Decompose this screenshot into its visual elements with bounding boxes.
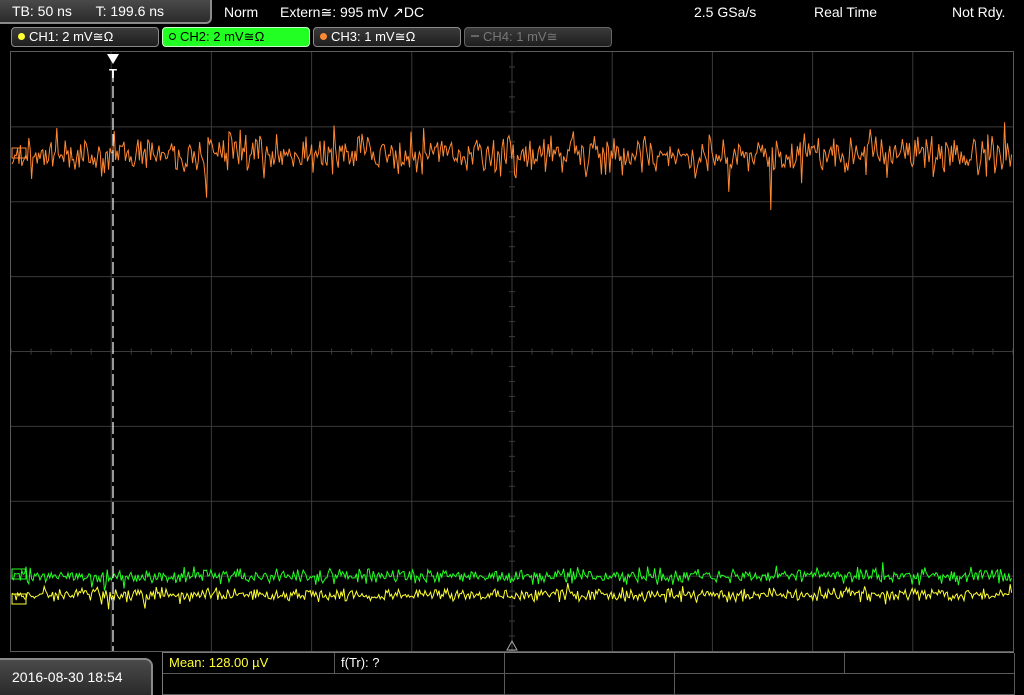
measurement-slot-empty[interactable] (675, 653, 845, 674)
ch2-label: CH2: 2 mV≅Ω (180, 29, 265, 44)
tab-ch3[interactable]: CH3: 1 mV≅Ω (313, 27, 461, 47)
measurement-slot-empty[interactable] (505, 653, 675, 674)
measurement-mean[interactable]: Mean: 128.00 µV (163, 653, 335, 674)
ch2-indicator-icon (169, 33, 176, 40)
ch3-label: CH3: 1 mV≅Ω (331, 29, 416, 44)
measurement-slot-empty[interactable] (163, 674, 505, 695)
bottom-bar: 2016-08-30 18:54 Mean: 128.00 µV f(Tr): … (0, 652, 1024, 695)
graticule-grid (11, 52, 1013, 651)
datetime-display: 2016-08-30 18:54 (0, 658, 153, 695)
tab-ch4[interactable]: CH4: 1 mV≅ (464, 27, 612, 47)
waveform-display[interactable]: T (10, 51, 1014, 652)
sample-rate-label[interactable]: 2.5 GSa/s (694, 0, 756, 24)
trigger-marker-label: T (109, 66, 117, 81)
trigger-source-label[interactable]: Extern≅: 995 mV ↗DC (280, 0, 424, 24)
measurement-panel[interactable]: Mean: 128.00 µV f(Tr): ? (162, 652, 1015, 695)
timebase-label: TB: 50 ns (12, 3, 72, 19)
waveform-canvas: T (11, 52, 1013, 651)
trigger-position-marker-icon[interactable] (107, 54, 119, 64)
trigger-mode-label[interactable]: Norm (224, 0, 258, 24)
ch1-indicator-icon (18, 33, 25, 40)
trigger-time-label: T: 199.6 ns (95, 3, 165, 19)
top-status-bar: TB: 50 ns T: 199.6 ns Norm Extern≅: 995 … (0, 0, 1024, 24)
measurement-slot-empty[interactable] (845, 653, 1015, 674)
acquisition-mode-label[interactable]: Real Time (814, 0, 877, 24)
timebase-panel[interactable]: TB: 50 ns T: 199.6 ns (0, 0, 212, 24)
tab-ch2[interactable]: CH2: 2 mV≅Ω (162, 27, 310, 47)
ch1-label: CH1: 2 mV≅Ω (29, 29, 114, 44)
run-state-label: Not Rdy. (952, 4, 1006, 20)
ch3-indicator-icon (320, 33, 327, 40)
measurement-slot-empty[interactable] (675, 674, 1015, 695)
tab-ch1[interactable]: CH1: 2 mV≅Ω (11, 27, 159, 47)
ch4-indicator-icon (471, 35, 479, 37)
measurement-slot-empty[interactable] (505, 674, 675, 695)
ch4-label: CH4: 1 mV≅ (483, 29, 558, 44)
measurement-ftr[interactable]: f(Tr): ? (335, 653, 505, 674)
